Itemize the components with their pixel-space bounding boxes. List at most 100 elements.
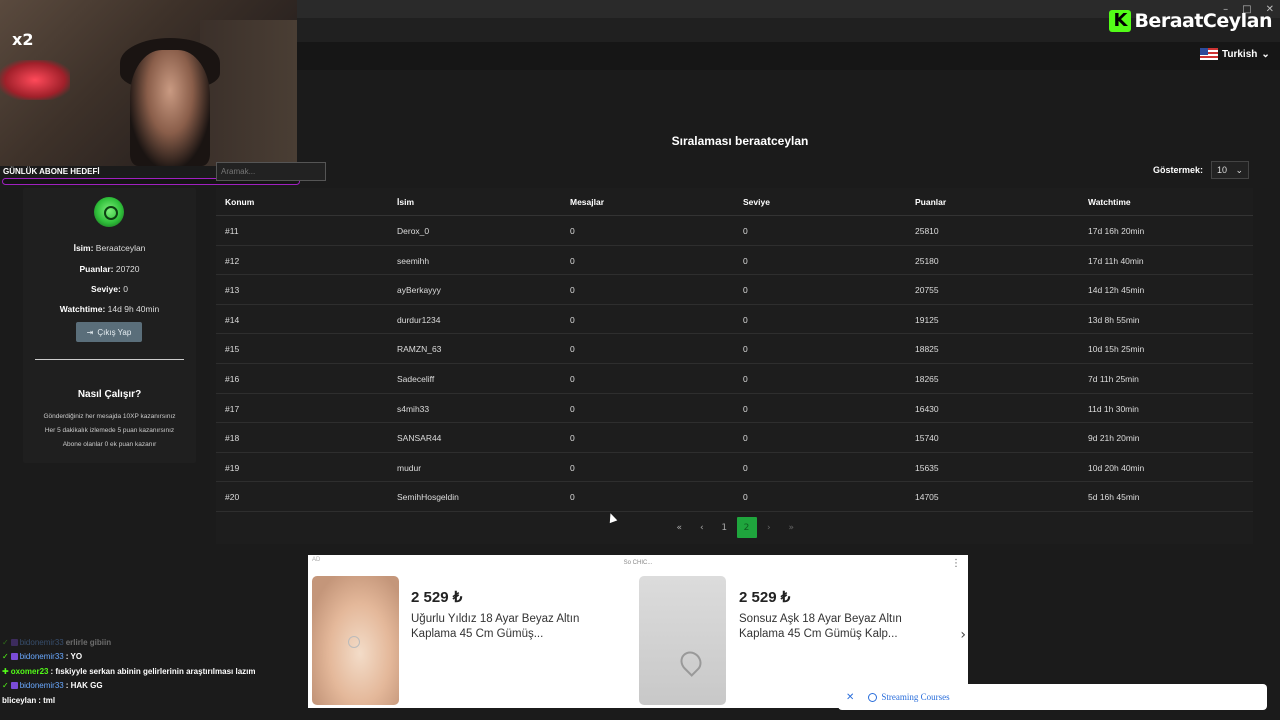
ad-product-description[interactable]: Sonsuz Aşk 18 Ayar Beyaz Altın Kaplama 4… — [739, 612, 939, 642]
chevron-down-icon: ⌄ — [1235, 164, 1243, 175]
profile-name: İsim: Beraatceylan — [23, 243, 196, 253]
ad-product-price[interactable]: 2 529 ₺ — [739, 588, 790, 606]
chat-username: bidonemir33 — [19, 637, 64, 647]
ad-product-description[interactable]: Uğurlu Yıldız 18 Ayar Beyaz Altın Kaplam… — [411, 612, 611, 642]
first-page-button[interactable]: « — [668, 517, 691, 538]
cell-watchtime: 5d 16h 45min — [1088, 492, 1140, 503]
column-header-points[interactable]: Puanlar — [915, 197, 946, 207]
check-icon: ✓ — [2, 652, 9, 662]
next-page-button[interactable]: › — [758, 517, 781, 538]
divider — [35, 359, 184, 360]
table-row: #20 SemihHosgeldin 0 0 14705 5d 16h 45min — [216, 482, 1253, 512]
chat-text: : fıskiyyle serkan abinin gelirlerinin a… — [50, 666, 256, 676]
more-options-icon[interactable]: ⋮ — [951, 558, 961, 569]
cell-messages: 0 — [570, 255, 575, 266]
logout-icon: ⇥ — [86, 327, 94, 337]
profile-points-label: Puanlar: — [79, 264, 114, 274]
profile-name-label: İsim: — [73, 243, 94, 253]
column-header-level[interactable]: Seviye — [743, 197, 770, 207]
cell-messages: 0 — [570, 285, 575, 296]
language-label: Turkish — [1222, 48, 1258, 60]
profile-points: Puanlar: 20720 — [23, 264, 196, 274]
ad-product-image[interactable] — [639, 576, 726, 705]
profile-level-label: Seviye: — [91, 284, 121, 294]
cell-watchtime: 13d 8h 55min — [1088, 314, 1140, 325]
chat-text: : HAK GG — [65, 681, 103, 691]
prev-page-button[interactable]: ‹ — [691, 517, 714, 538]
cell-level: 0 — [743, 492, 748, 503]
cell-name: RAMZN_63 — [397, 344, 442, 355]
logout-button[interactable]: ⇥ Çıkış Yap — [76, 322, 142, 342]
cell-level: 0 — [743, 255, 748, 266]
pagination: « ‹ 1 2 › » — [668, 517, 803, 538]
cell-rank: #11 — [225, 226, 239, 236]
cell-messages: 0 — [570, 314, 575, 325]
leaderboard-table: Konum İsim Mesajlar Seviye Puanlar Watch… — [216, 188, 1253, 544]
cell-name: SANSAR44 — [397, 433, 442, 444]
table-row: #14 durdur1234 0 0 19125 13d 8h 55min — [216, 305, 1253, 335]
webcam-overlay: x2 — [0, 0, 297, 166]
streaming-courses-label[interactable]: Streaming Courses — [881, 692, 949, 702]
table-row: #18 SANSAR44 0 0 15740 9d 21h 20min — [216, 423, 1253, 453]
us-flag-icon — [1200, 48, 1218, 60]
cell-points: 18265 — [915, 374, 939, 384]
table-row: #13 ayBerkayyy 0 0 20755 14d 12h 45min — [216, 275, 1253, 305]
how-it-works-title: Nasıl Çalışır? — [77, 389, 142, 400]
page-size-label: Göstermek: — [1153, 165, 1204, 175]
check-icon: ✓ — [2, 637, 9, 647]
how-it-works-line: Abone olanlar 0 ek puan kazanır — [62, 441, 157, 448]
cell-watchtime: 10d 20h 40min — [1088, 462, 1145, 473]
column-header-messages[interactable]: Mesajlar — [570, 197, 604, 207]
cell-messages: 0 — [570, 403, 575, 414]
page-1-button[interactable]: 1 — [713, 517, 736, 538]
sub-badge-icon — [10, 638, 18, 646]
cell-level: 0 — [743, 285, 748, 296]
logout-label: Çıkış Yap — [97, 327, 132, 337]
webcam-streamer — [130, 50, 210, 166]
cell-rank: #16 — [225, 374, 240, 384]
last-page-button[interactable]: » — [780, 517, 803, 538]
cell-level: 0 — [743, 374, 748, 384]
streaming-courses-pill[interactable]: ✕ Streaming Courses — [838, 684, 1267, 710]
chat-username: bidonemir33 — [19, 681, 64, 691]
profile-watchtime-label: Watchtime: — [59, 304, 106, 314]
sub-goal-label: GÜNLÜK ABONE HEDEFİ — [3, 167, 100, 176]
cell-rank: #14 — [225, 314, 240, 325]
chevron-right-icon[interactable]: › — [960, 627, 966, 643]
close-icon[interactable]: ✕ — [846, 692, 854, 703]
cell-name: ayBerkayyy — [397, 285, 441, 296]
cell-level: 0 — [743, 462, 748, 473]
ad-product-image[interactable] — [312, 576, 399, 705]
chevron-down-icon: ⌄ — [1261, 48, 1270, 60]
webcam-multiplier-label: x2 — [12, 30, 34, 49]
profile-card: İsim: Beraatceylan Puanlar: 20720 Seviye… — [23, 188, 196, 463]
cell-name: Derox_0 — [397, 226, 430, 236]
cell-level: 0 — [743, 314, 748, 325]
cell-name: SemihHosgeldin — [397, 492, 459, 503]
search-input[interactable] — [216, 162, 326, 181]
cell-level: 0 — [743, 344, 748, 355]
cell-rank: #15 — [225, 344, 240, 355]
table-row: #12 seemihh 0 0 25180 17d 11h 40min — [216, 246, 1253, 276]
profile-name-value: Beraatceylan — [95, 243, 146, 253]
avatar — [94, 197, 124, 227]
cell-rank: #20 — [225, 492, 240, 503]
page-2-button[interactable]: 2 — [736, 517, 757, 538]
chat-message: ✓ bidonemir33 erlirle gibiin — [2, 635, 302, 650]
page-size-select[interactable]: 10 ⌄ — [1211, 161, 1249, 179]
chat-text: : tml — [38, 695, 56, 705]
page-size-value: 10 — [1217, 165, 1228, 175]
chat-text: erlirle gibiin — [65, 637, 112, 647]
kick-logo-icon: K — [1109, 10, 1132, 32]
column-header-name[interactable]: İsim — [397, 197, 414, 207]
ad-product-price[interactable]: 2 529 ₺ — [411, 588, 462, 606]
cell-points: 20755 — [915, 285, 939, 296]
column-header-rank[interactable]: Konum — [225, 197, 254, 207]
cell-name: seemihh — [397, 255, 430, 266]
language-selector[interactable]: Turkish ⌄ — [1200, 48, 1270, 60]
column-header-watchtime[interactable]: Watchtime — [1088, 197, 1131, 207]
cell-points: 15740 — [915, 433, 939, 444]
table-row: #15 RAMZN_63 0 0 18825 10d 15h 25min — [216, 334, 1253, 364]
cell-points: 16430 — [915, 403, 939, 414]
cell-level: 0 — [743, 403, 748, 414]
